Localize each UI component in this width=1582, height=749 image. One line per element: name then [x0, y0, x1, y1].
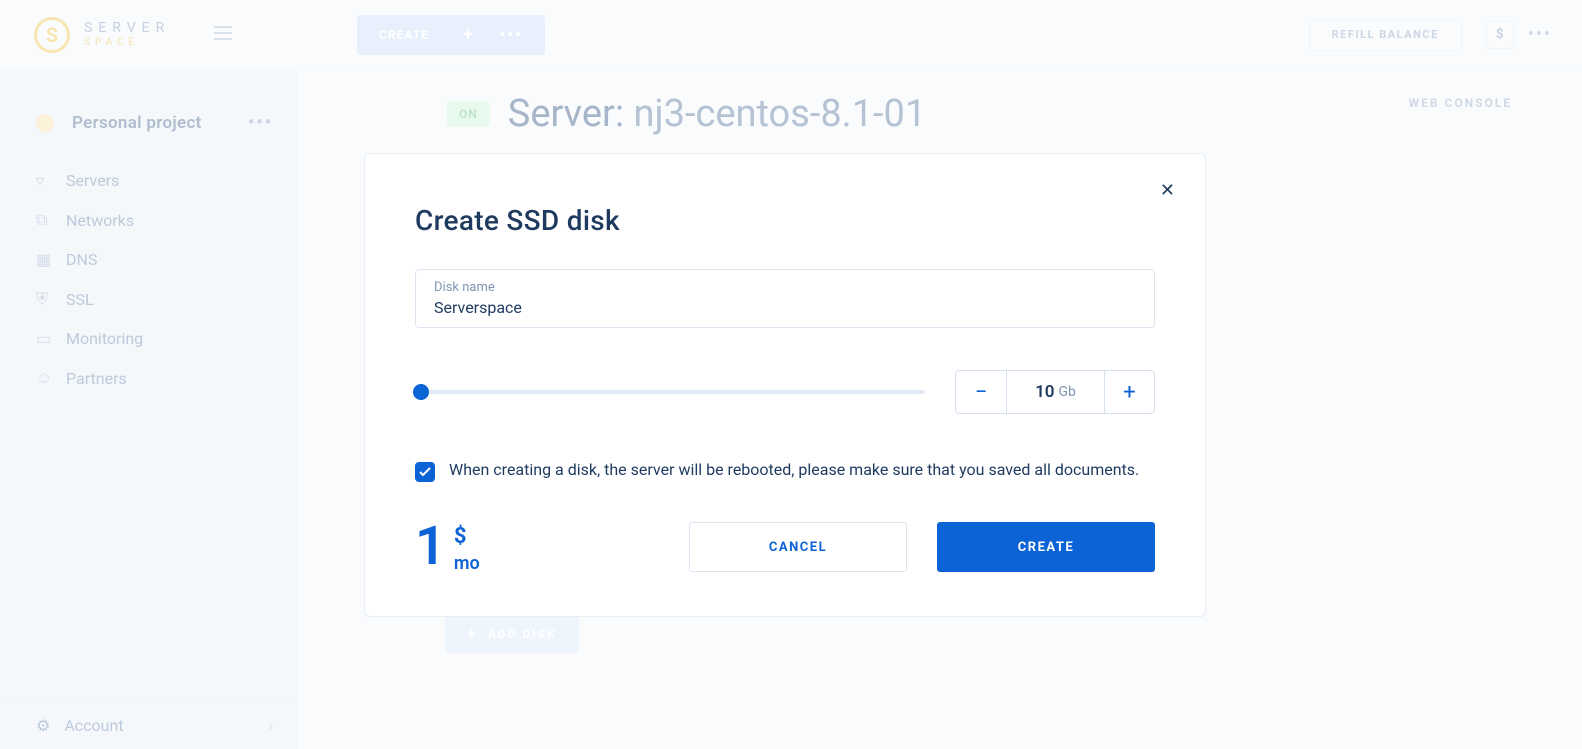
size-value: 10 Gb — [1006, 371, 1104, 413]
size-stepper: − 10 Gb + — [955, 370, 1155, 414]
disk-name-field[interactable]: Disk name — [415, 269, 1155, 328]
close-icon[interactable]: ✕ — [1160, 180, 1175, 201]
create-disk-modal: ✕ Create SSD disk Disk name − 10 Gb + Wh… — [364, 153, 1206, 617]
consent-text: When creating a disk, the server will be… — [449, 460, 1139, 481]
consent-row: When creating a disk, the server will be… — [415, 460, 1155, 482]
slider-thumb[interactable] — [413, 384, 429, 400]
size-row: − 10 Gb + — [415, 370, 1155, 414]
modal-footer: 1 $ mo CANCEL CREATE — [415, 520, 1155, 574]
increment-button[interactable]: + — [1104, 371, 1154, 413]
decrement-button[interactable]: − — [956, 371, 1006, 413]
consent-checkbox[interactable] — [415, 462, 435, 482]
create-disk-button[interactable]: CREATE — [937, 522, 1155, 572]
cancel-button[interactable]: CANCEL — [689, 522, 907, 572]
price-period: mo — [454, 553, 480, 574]
price-currency: $ — [454, 524, 480, 549]
size-slider[interactable] — [415, 390, 925, 394]
modal-title: Create SSD disk — [415, 204, 1155, 237]
disk-name-input[interactable] — [434, 298, 1136, 317]
price-display: 1 $ mo — [415, 520, 480, 574]
disk-name-label: Disk name — [434, 280, 1136, 295]
price-amount: 1 — [415, 520, 446, 574]
